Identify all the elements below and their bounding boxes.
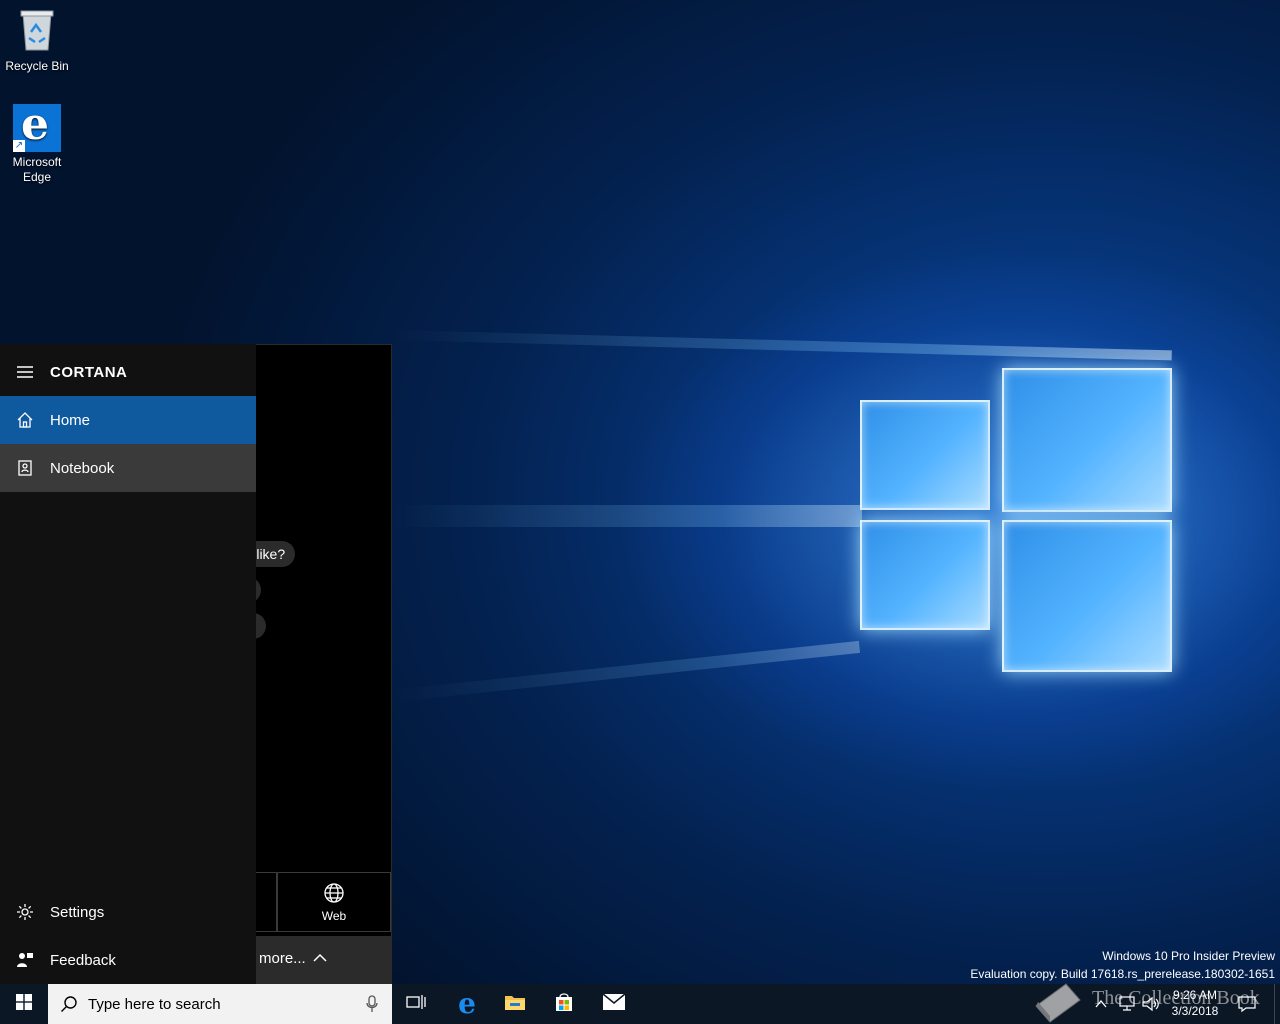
shortcut-arrow-icon: ↗ [13,140,25,152]
task-view-button[interactable] [392,984,440,1024]
watermark-edition: Windows 10 Pro Insider Preview [1102,949,1275,963]
home-icon [0,411,50,429]
clock-date: 3/3/2018 [1171,1004,1219,1018]
network-icon[interactable] [1118,996,1136,1016]
search-icon [60,995,78,1013]
desktop-icon-microsoft-edge[interactable]: e ↗ Microsoft Edge [0,100,74,185]
edge-icon: e ↗ [13,100,61,152]
nav-item-feedback[interactable]: Feedback [0,936,256,984]
cortana-title: CORTANA [50,363,128,381]
wallpaper-light-beam [392,505,862,527]
globe-icon [278,882,390,907]
more-label: more... [259,950,306,967]
task-view-icon [406,994,426,1014]
volume-icon[interactable] [1142,996,1160,1016]
cortana-header: CORTANA [0,348,256,396]
taskbar-clock[interactable]: 9:26 AM 3/3/2018 [1164,987,1226,1019]
cortana-navigation-pane: CORTANA Home Notebook Settings Feedback [0,344,256,984]
show-hidden-icons-chevron[interactable] [1094,996,1108,1015]
show-desktop-button[interactable] [1274,984,1280,1024]
nav-item-settings[interactable]: Settings [0,888,256,936]
hamburger-menu-icon[interactable] [0,365,50,379]
folder-icon [504,993,526,1015]
taskbar-edge-button[interactable]: e [443,984,491,1024]
search-placeholder: Type here to search [88,995,221,1013]
windows-logo-pane [860,400,990,510]
recycle-bin-icon [0,8,74,56]
taskbar-mail-button[interactable] [590,984,638,1024]
build-watermark: Windows 10 Pro Insider Preview Evaluatio… [970,947,1275,983]
notebook-icon [0,459,50,477]
desktop-icon-label: Microsoft Edge [12,155,62,184]
nav-item-home[interactable]: Home [0,396,256,444]
windows-logo-icon [16,994,32,1014]
nav-item-settings-label: Settings [50,903,105,921]
feedback-icon [0,951,50,969]
watermark-build: Evaluation copy. Build 17618.rs_prerelea… [970,967,1275,981]
desktop-icon-label: Recycle Bin [5,59,69,73]
taskbar: Type here to search e The Collection Boo… [0,983,1280,1024]
nav-item-notebook[interactable]: Notebook [0,444,256,492]
book-logo-icon [1030,976,1086,1024]
microphone-icon[interactable] [366,995,378,1017]
chevron-up-icon [312,950,328,970]
taskbar-search-box[interactable]: Type here to search [48,984,392,1024]
gear-icon [0,903,50,921]
clock-time: 9:26 AM [1172,988,1218,1002]
start-button[interactable] [0,984,48,1024]
wallpaper-light-beam [391,640,861,702]
nav-item-feedback-label: Feedback [50,951,116,969]
windows-logo-pane [1002,368,1172,512]
filter-web-button[interactable]: Web [277,872,391,932]
store-icon [554,992,574,1016]
mail-icon [602,993,626,1015]
wallpaper-light-beam [391,330,1172,361]
windows-logo-pane [1002,520,1172,672]
filter-web-label: Web [321,909,347,923]
action-center-icon[interactable] [1238,995,1256,1017]
nav-item-home-label: Home [50,411,91,429]
edge-icon: e [458,987,476,1020]
nav-item-notebook-label: Notebook [50,459,115,477]
taskbar-store-button[interactable] [540,984,588,1024]
taskbar-file-explorer-button[interactable] [491,984,539,1024]
windows-logo-pane [860,520,990,630]
desktop-icon-recycle-bin[interactable]: Recycle Bin [0,8,74,74]
